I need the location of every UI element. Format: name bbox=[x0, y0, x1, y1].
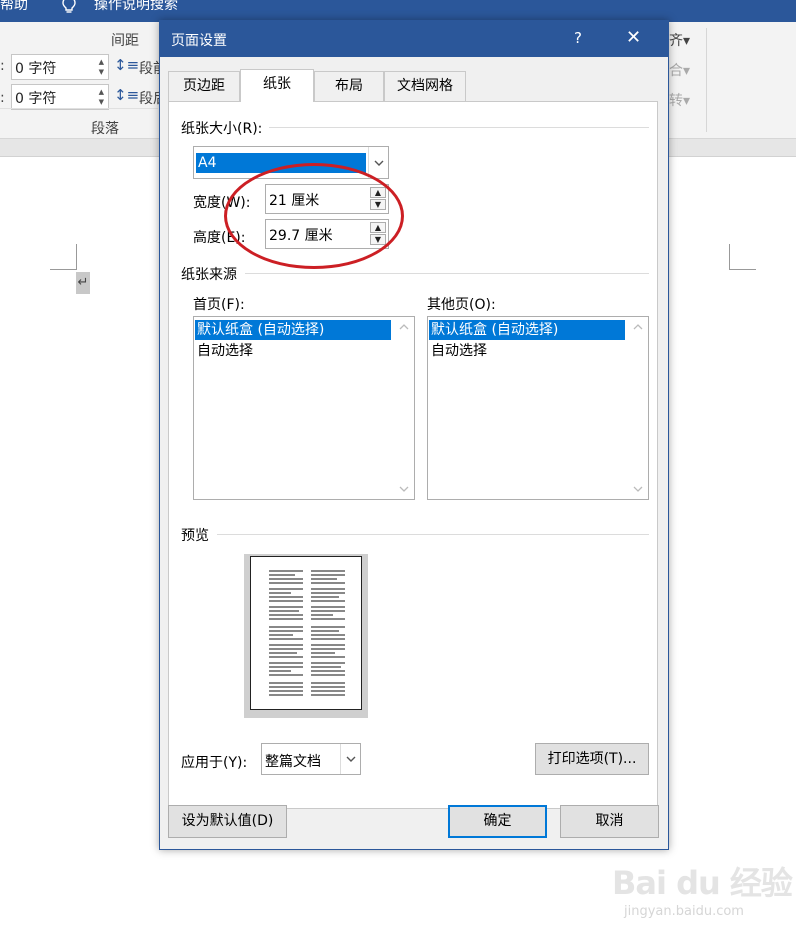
cancel-button[interactable]: 取消 bbox=[560, 805, 659, 838]
crop-mark-right-v bbox=[729, 244, 730, 270]
list-item[interactable]: 自动选择 bbox=[429, 341, 487, 361]
list-item[interactable]: 自动选择 bbox=[195, 341, 253, 361]
width-spin-up-icon[interactable]: ▲ bbox=[370, 187, 386, 198]
close-icon[interactable]: ✕ bbox=[626, 27, 641, 48]
rotate-button[interactable]: 转▾ bbox=[669, 90, 690, 110]
tell-me-search[interactable]: 操作说明搜索 bbox=[94, 0, 178, 14]
other-pages-label: 其他页(O): bbox=[427, 297, 496, 313]
paper-size-value: A4 bbox=[196, 153, 366, 173]
dialog-title: 页面设置 bbox=[171, 33, 227, 49]
spin-after[interactable]: 0 字符 ▲ ▼ bbox=[11, 84, 109, 110]
watermark-url: jingyan.baidu.com bbox=[624, 904, 744, 919]
width-field[interactable]: 21 厘米 ▲ ▼ bbox=[265, 184, 389, 214]
chevron-down-icon[interactable] bbox=[368, 147, 388, 178]
first-page-label: 首页(F): bbox=[193, 297, 245, 313]
page-preview bbox=[244, 554, 368, 718]
watermark-brand: Bai du 经验 bbox=[612, 864, 793, 902]
paper-size-combo[interactable]: A4 bbox=[193, 146, 389, 179]
width-spin-down-icon[interactable]: ▼ bbox=[370, 199, 386, 210]
baidu-watermark: Bai du 经验 jingyan.baidu.com bbox=[612, 858, 793, 924]
ribbon-group-divider bbox=[0, 108, 158, 109]
help-menu[interactable]: 帮助 bbox=[0, 0, 28, 14]
tab-margins[interactable]: 页边距 bbox=[168, 71, 240, 101]
apply-to-value: 整篇文档 bbox=[265, 754, 321, 770]
tab-paper[interactable]: 纸张 bbox=[240, 69, 314, 102]
crop-mark-left-h bbox=[50, 269, 77, 270]
align-button[interactable]: 齐▾ bbox=[669, 30, 690, 50]
combine-button[interactable]: 合▾ bbox=[669, 60, 690, 80]
other-pages-listbox[interactable]: 默认纸盒 (自动选择) 自动选择 bbox=[427, 316, 649, 500]
apply-to-label: 应用于(Y): bbox=[181, 755, 248, 771]
preview-label: 预览 bbox=[181, 528, 209, 544]
word-title-bar: 帮助 操作说明搜索 bbox=[0, 0, 796, 22]
preview-separator bbox=[217, 534, 649, 535]
tab-document-grid[interactable]: 文档网格 bbox=[384, 71, 466, 101]
lightbulb-icon bbox=[62, 0, 76, 13]
paper-size-separator bbox=[269, 127, 649, 128]
help-button[interactable]: ? bbox=[574, 29, 582, 47]
dialog-title-bar: 页面设置 ? ✕ bbox=[160, 21, 668, 57]
chevron-up-icon bbox=[633, 324, 643, 330]
tab-layout[interactable]: 布局 bbox=[314, 71, 384, 101]
width-label: 宽度(W): bbox=[193, 195, 251, 211]
set-default-button[interactable]: 设为默认值(D) bbox=[168, 805, 287, 838]
scrollbar[interactable] bbox=[628, 317, 648, 499]
chevron-up-icon bbox=[399, 324, 409, 330]
para-spacing-icon: ↕≡ bbox=[114, 86, 140, 104]
crop-mark-right-h bbox=[729, 269, 756, 270]
preview-page bbox=[250, 556, 362, 710]
ok-button[interactable]: 确定 bbox=[448, 805, 547, 838]
page-setup-dialog: 页面设置 ? ✕ 页边距 纸张 布局 文档网格 纸张大小(R): A4 宽度(W… bbox=[159, 20, 669, 850]
paper-source-separator bbox=[245, 273, 649, 274]
paper-source-label: 纸张来源 bbox=[181, 267, 237, 283]
preview-text-lines bbox=[269, 570, 345, 696]
ribbon-separator bbox=[706, 28, 707, 132]
indent-right-colon: : bbox=[0, 90, 5, 106]
chevron-down-icon bbox=[633, 486, 643, 492]
height-spin-up-icon[interactable]: ▲ bbox=[370, 222, 386, 233]
chevron-down-icon bbox=[399, 486, 409, 492]
list-item[interactable]: 默认纸盒 (自动选择) bbox=[429, 320, 625, 340]
height-label: 高度(E): bbox=[193, 230, 246, 246]
spin-before[interactable]: 0 字符 ▲ ▼ bbox=[11, 54, 109, 80]
scrollbar[interactable] bbox=[394, 317, 414, 499]
chevron-down-icon[interactable] bbox=[340, 744, 360, 774]
first-page-listbox[interactable]: 默认纸盒 (自动选择) 自动选择 bbox=[193, 316, 415, 500]
indent-left-colon: : bbox=[0, 58, 5, 74]
list-item[interactable]: 默认纸盒 (自动选择) bbox=[195, 320, 391, 340]
apply-to-combo[interactable]: 整篇文档 bbox=[261, 743, 361, 775]
crop-mark-left-v bbox=[76, 244, 77, 270]
height-field[interactable]: 29.7 厘米 ▲ ▼ bbox=[265, 219, 389, 249]
line-spacing-icon: ↕≡ bbox=[114, 56, 140, 74]
paper-tab-panel: 纸张大小(R): A4 宽度(W): 21 厘米 ▲ ▼ 高度(E): 29.7… bbox=[168, 101, 658, 809]
paragraph-group-label: 段落 bbox=[91, 121, 119, 137]
print-options-button[interactable]: 打印选项(T)... bbox=[535, 743, 649, 775]
paragraph-mark: ↵ bbox=[76, 272, 90, 294]
spacing-group-label: 间距 bbox=[111, 33, 139, 49]
height-spin-down-icon[interactable]: ▼ bbox=[370, 234, 386, 245]
paper-size-label: 纸张大小(R): bbox=[181, 121, 263, 137]
